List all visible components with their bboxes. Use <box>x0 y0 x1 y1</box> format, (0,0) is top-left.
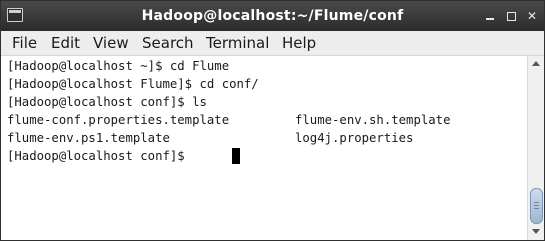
minimize-button[interactable] <box>482 8 498 24</box>
arrow-down-icon <box>532 229 540 234</box>
scroll-up-button[interactable] <box>528 57 544 71</box>
menu-view[interactable]: View <box>90 31 132 55</box>
arrow-up-icon <box>532 61 540 66</box>
terminal-prompt: [Hadoop@localhost conf]$ <box>7 149 193 163</box>
menu-file[interactable]: File <box>9 31 40 55</box>
menu-help[interactable]: Help <box>279 31 319 55</box>
close-icon: ✕ <box>526 9 538 23</box>
scroll-thumb[interactable] <box>530 188 543 224</box>
menu-edit[interactable]: Edit <box>48 31 83 55</box>
ls-output-item: flume-env.ps1.template <box>7 131 170 145</box>
ls-output-item: flume-conf.properties.template <box>7 113 230 127</box>
terminal-line: [Hadoop@localhost ~]$ cd Flume <box>7 59 230 73</box>
ls-output-item: log4j.properties <box>295 131 414 145</box>
title-bar[interactable]: Hadoop@localhost:~/Flume/conf ✕ <box>1 1 544 31</box>
minimize-icon <box>486 18 494 20</box>
terminal-line: [Hadoop@localhost conf]$ ls <box>7 95 207 109</box>
window-title: Hadoop@localhost:~/Flume/conf <box>141 8 404 24</box>
terminal-output[interactable]: [Hadoop@localhost ~]$ cd Flume [Hadoop@l… <box>1 56 527 240</box>
vertical-scrollbar[interactable] <box>527 56 544 240</box>
menu-bar: File Edit View Search Terminal Help <box>1 31 544 56</box>
ls-output-item: flume-env.sh.template <box>295 113 451 127</box>
maximize-icon <box>506 12 516 21</box>
scroll-down-button[interactable] <box>528 225 544 239</box>
terminal-cursor <box>232 148 240 164</box>
terminal-line: [Hadoop@localhost Flume]$ cd conf/ <box>7 77 259 91</box>
close-button[interactable]: ✕ <box>524 8 540 24</box>
terminal-window: Hadoop@localhost:~/Flume/conf ✕ File Edi… <box>0 0 545 241</box>
maximize-button[interactable] <box>503 8 519 24</box>
menu-search[interactable]: Search <box>139 31 197 55</box>
menu-terminal[interactable]: Terminal <box>203 31 272 55</box>
